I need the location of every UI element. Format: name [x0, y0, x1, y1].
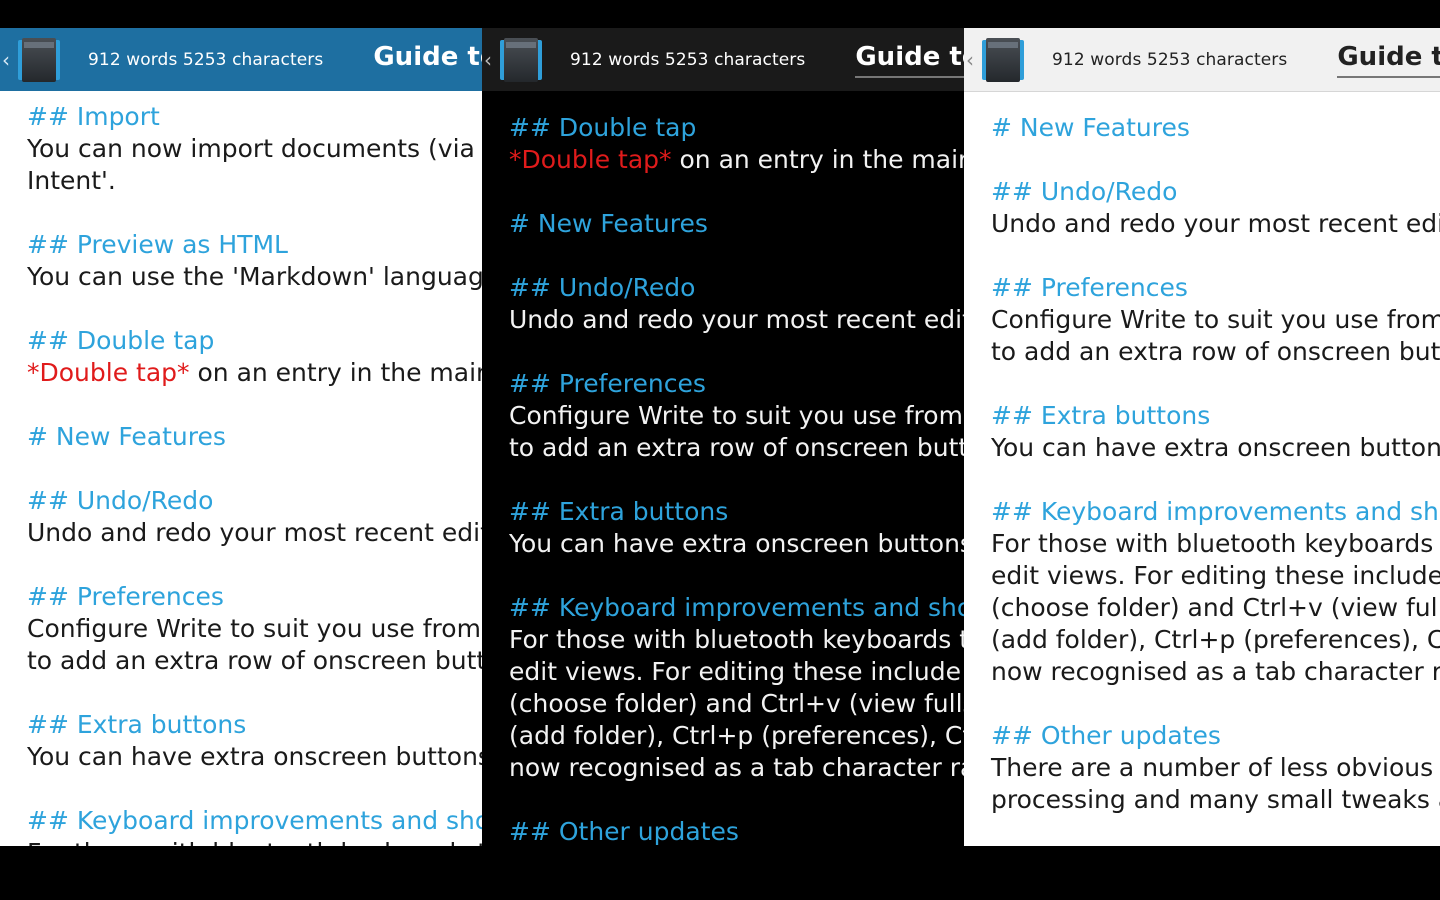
body-text-line: Configure Write to suit you use from th: [991, 305, 1440, 334]
emphasis-text-line: *Double tap* on an entry in the main li: [509, 144, 964, 176]
markdown-heading-line: ## Extra buttons: [991, 401, 1211, 430]
body-text-line: (add folder), Ctrl+p (preferences), Ctrl…: [509, 721, 964, 750]
word-count-label: 912 words 5253 characters: [1052, 49, 1288, 70]
body-text-line: For those with bluetooth keyboards th: [991, 529, 1440, 558]
body-text-line: Undo and redo your most recent edits: [991, 209, 1440, 238]
markdown-heading-line: ## Preview as HTML: [27, 230, 288, 259]
word-count-label: 912 words 5253 characters: [570, 49, 806, 70]
markdown-heading-line: ## Keyboard improvements and short: [509, 593, 964, 622]
markdown-heading-line: ## Extra buttons: [509, 497, 729, 526]
chevron-left-icon[interactable]: ‹: [2, 50, 10, 70]
body-text-line: You can have extra onscreen buttons t: [27, 742, 482, 771]
editor-panel-light-theme: ‹ 912 words 5253 characters Guide to Wri…: [964, 28, 1440, 846]
body-text-line: You can use the 'Markdown' language: [27, 262, 482, 291]
body-text-line: to add an extra row of onscreen button: [27, 646, 482, 675]
body-text-line: You can now import documents (via s: [27, 134, 482, 163]
emphasis-span: *Double tap*: [27, 358, 190, 387]
body-text-line: to add an extra row of onscreen butto: [991, 337, 1440, 366]
body-text-line: You can have extra onscreen buttons: [991, 433, 1440, 462]
markdown-heading-line: ## Extra buttons: [27, 710, 247, 739]
notebook-icon[interactable]: [500, 37, 542, 82]
markdown-heading-line: ## Preferences: [509, 369, 706, 398]
markdown-heading-line: # New Features: [509, 209, 708, 238]
body-text-line: For those with bluetooth keyboards th: [27, 837, 482, 846]
markdown-heading-line: ## Other updates: [509, 817, 739, 846]
body-text-line: There are a number of less obvious up: [991, 753, 1440, 782]
body-text-line: edit views. For editing these include C: [509, 657, 964, 686]
markdown-heading-line: ## Preferences: [991, 273, 1188, 302]
body-text-line: Undo and redo your most recent edits: [27, 518, 482, 547]
body-text-line: processing and many small tweaks ar: [991, 785, 1440, 814]
emphasis-text-line: *Double tap* on an entry in the main li: [27, 357, 482, 389]
action-bar: ‹ 912 words 5253 characters Guide to Wri…: [964, 28, 1440, 92]
emphasis-span: *Double tap*: [509, 145, 672, 174]
document-tab-title[interactable]: Guide to Write: [1337, 42, 1440, 78]
body-text-line: Configure Write to suit you use from th: [509, 401, 964, 430]
markdown-heading-line: ## Preferences: [27, 582, 224, 611]
markdown-heading-line: ## Keyboard improvements and short: [27, 806, 482, 835]
body-text-line: (add folder), Ctrl+p (preferences), Ctrl…: [991, 625, 1440, 654]
markdown-heading-line: ## Undo/Redo: [27, 486, 214, 515]
body-text-line: For those with bluetooth keyboards th: [509, 625, 964, 654]
markdown-heading-line: # New Features: [991, 113, 1190, 142]
body-text-line: (choose folder) and Ctrl+v (view fullsc: [509, 689, 964, 718]
document-tab-title[interactable]: Guide to Write: [373, 42, 482, 78]
body-text-line: (choose folder) and Ctrl+v (view fullsc: [991, 593, 1440, 622]
markdown-heading-line: ## Undo/Redo: [509, 273, 696, 302]
notebook-icon[interactable]: [982, 37, 1024, 82]
markdown-heading-line: ## Keyboard improvements and shor: [991, 497, 1440, 526]
action-bar: ‹ 912 words 5253 characters Guide to Wri…: [482, 28, 964, 91]
body-text-span: on an entry in the main li: [671, 145, 964, 174]
document-tab-title[interactable]: Guide to Write: [855, 42, 964, 78]
editor-panel-blue-theme: ‹ 912 words 5253 characters Guide to Wri…: [0, 28, 482, 846]
document-text-area[interactable]: ## Import You can now import documents (v…: [27, 101, 482, 846]
body-text-line: Undo and redo your most recent edits: [509, 305, 964, 334]
chevron-left-icon[interactable]: ‹: [966, 50, 974, 70]
body-text-line: You can have extra onscreen buttons t: [509, 529, 964, 558]
markdown-heading-line: ## Double tap: [27, 326, 215, 355]
body-text-line: Intent'.: [27, 166, 116, 195]
word-count-label: 912 words 5253 characters: [88, 49, 324, 70]
document-text-area[interactable]: ## Double tap *Double tap* on an entry in…: [509, 112, 964, 846]
document-text-area[interactable]: # New Features ## Undo/Redo Undo and redo …: [991, 112, 1440, 816]
body-text-line: edit views. For editing these include C: [991, 561, 1440, 590]
markdown-heading-line: # New Features: [27, 422, 226, 451]
action-bar: ‹ 912 words 5253 characters Guide to Wri…: [0, 28, 482, 91]
body-text-line: to add an extra row of onscreen button: [509, 433, 964, 462]
body-text-line: now recognised as a tab character rat: [991, 657, 1440, 686]
markdown-heading-line: ## Double tap: [509, 113, 697, 142]
notebook-icon[interactable]: [18, 37, 60, 82]
body-text-line: now recognised as a tab character rat: [509, 753, 964, 782]
markdown-heading-line: ## Undo/Redo: [991, 177, 1178, 206]
editor-panel-dark-theme: ‹ 912 words 5253 characters Guide to Wri…: [482, 28, 964, 846]
body-text-span: on an entry in the main li: [189, 358, 482, 387]
body-text-line: Configure Write to suit you use from th: [27, 614, 482, 643]
markdown-heading-line: ## Import: [27, 102, 160, 131]
chevron-left-icon[interactable]: ‹: [484, 50, 492, 70]
markdown-heading-line: ## Other updates: [991, 721, 1221, 750]
